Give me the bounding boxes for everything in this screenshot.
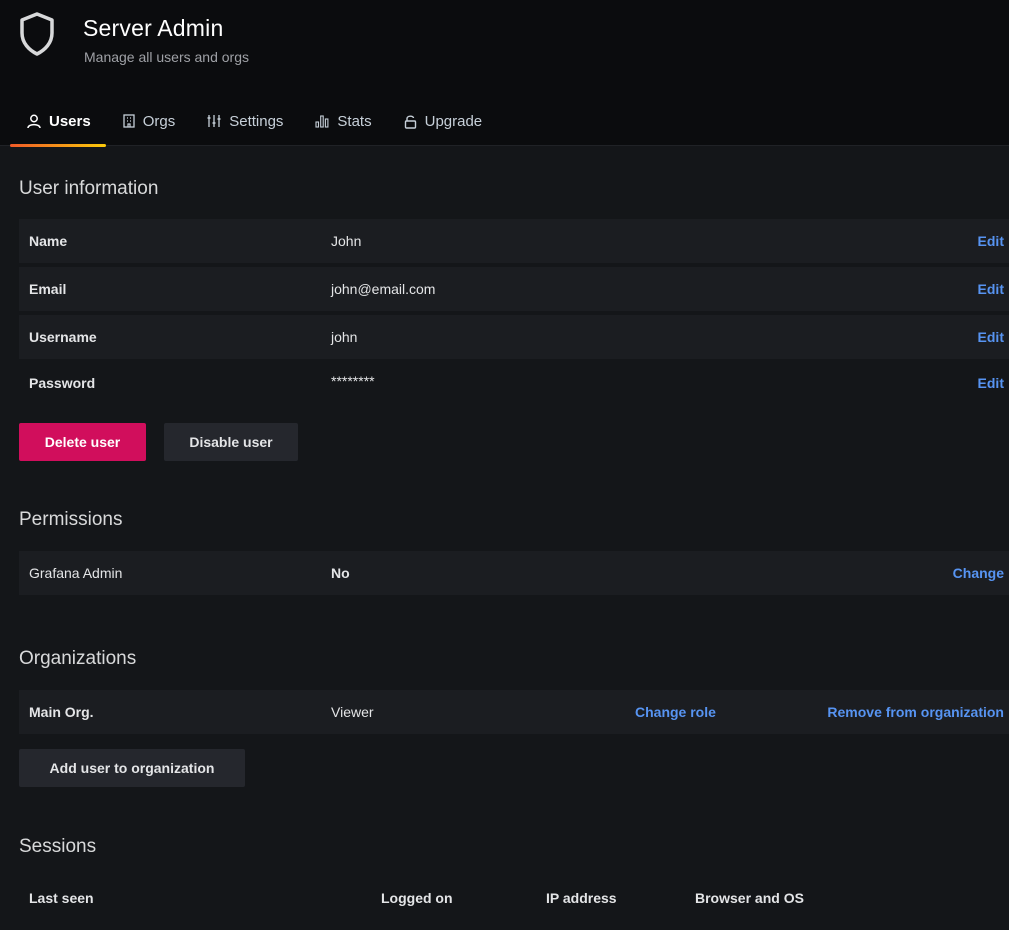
- organizations-heading: Organizations: [19, 648, 137, 669]
- row-value: No: [331, 565, 350, 581]
- row-label: Email: [29, 281, 67, 297]
- permissions-row: Grafana Admin No Change: [19, 551, 1009, 595]
- tab-users-label: Users: [49, 113, 91, 130]
- tab-users[interactable]: Users: [10, 113, 106, 147]
- user-info-row-username: Username john Edit: [19, 315, 1009, 359]
- tab-upgrade[interactable]: Upgrade: [387, 113, 498, 146]
- row-value: john: [331, 329, 358, 345]
- remove-from-organization-link[interactable]: Remove from organization: [827, 704, 1004, 720]
- row-value: Viewer: [331, 704, 374, 720]
- row-label: Password: [29, 375, 96, 391]
- edit-password-link[interactable]: Edit: [978, 375, 1004, 391]
- organization-row: Main Org. Viewer Change role Remove from…: [19, 690, 1009, 734]
- user-icon: [27, 114, 41, 129]
- sessions-col-last-seen: Last seen: [29, 890, 94, 906]
- user-information-heading: User information: [19, 178, 159, 199]
- edit-email-link[interactable]: Edit: [978, 281, 1004, 297]
- server-admin-page: Server Admin Manage all users and orgs U…: [0, 0, 1009, 930]
- user-info-row-password: Password ******** Edit: [19, 363, 1009, 407]
- tab-orgs-label: Orgs: [142, 113, 176, 130]
- unlock-icon: [404, 114, 417, 129]
- row-value: John: [331, 233, 362, 249]
- tab-bar: Users Orgs Settings Stats Upgrade: [10, 113, 498, 147]
- building-icon: [123, 114, 135, 128]
- add-user-to-organization-button[interactable]: Add user to organization: [19, 749, 245, 787]
- sessions-heading: Sessions: [19, 836, 97, 857]
- shield-icon: [18, 11, 56, 62]
- row-label: Username: [29, 329, 97, 345]
- row-label: Main Org.: [29, 704, 94, 720]
- tab-stats[interactable]: Stats: [298, 113, 386, 146]
- row-value: ********: [331, 373, 375, 389]
- row-label: Name: [29, 233, 68, 249]
- sessions-col-browser-os: Browser and OS: [695, 890, 804, 906]
- page-subtitle: Manage all users and orgs: [84, 49, 249, 65]
- permissions-heading: Permissions: [19, 509, 123, 530]
- page-header: Server Admin Manage all users and orgs U…: [0, 0, 1009, 147]
- tab-upgrade-label: Upgrade: [424, 113, 483, 130]
- sessions-col-logged-on: Logged on: [381, 890, 453, 906]
- change-role-link[interactable]: Change role: [635, 704, 716, 720]
- tab-settings[interactable]: Settings: [190, 113, 298, 146]
- change-permission-link[interactable]: Change: [953, 565, 1004, 581]
- delete-user-button[interactable]: Delete user: [19, 423, 146, 461]
- sliders-icon: [207, 114, 221, 128]
- row-label: Grafana Admin: [29, 565, 123, 581]
- sessions-col-ip-address: IP address: [546, 890, 617, 906]
- row-value: john@email.com: [331, 281, 436, 297]
- bar-chart-icon: [315, 114, 329, 128]
- tab-orgs[interactable]: Orgs: [106, 113, 191, 146]
- edit-name-link[interactable]: Edit: [978, 233, 1004, 249]
- edit-username-link[interactable]: Edit: [978, 329, 1004, 345]
- tab-settings-label: Settings: [229, 113, 284, 130]
- user-info-row-name: Name John Edit: [19, 219, 1009, 263]
- page-title: Server Admin: [83, 15, 224, 41]
- disable-user-button[interactable]: Disable user: [164, 423, 298, 461]
- user-info-row-email: Email john@email.com Edit: [19, 267, 1009, 311]
- tab-stats-label: Stats: [337, 113, 372, 130]
